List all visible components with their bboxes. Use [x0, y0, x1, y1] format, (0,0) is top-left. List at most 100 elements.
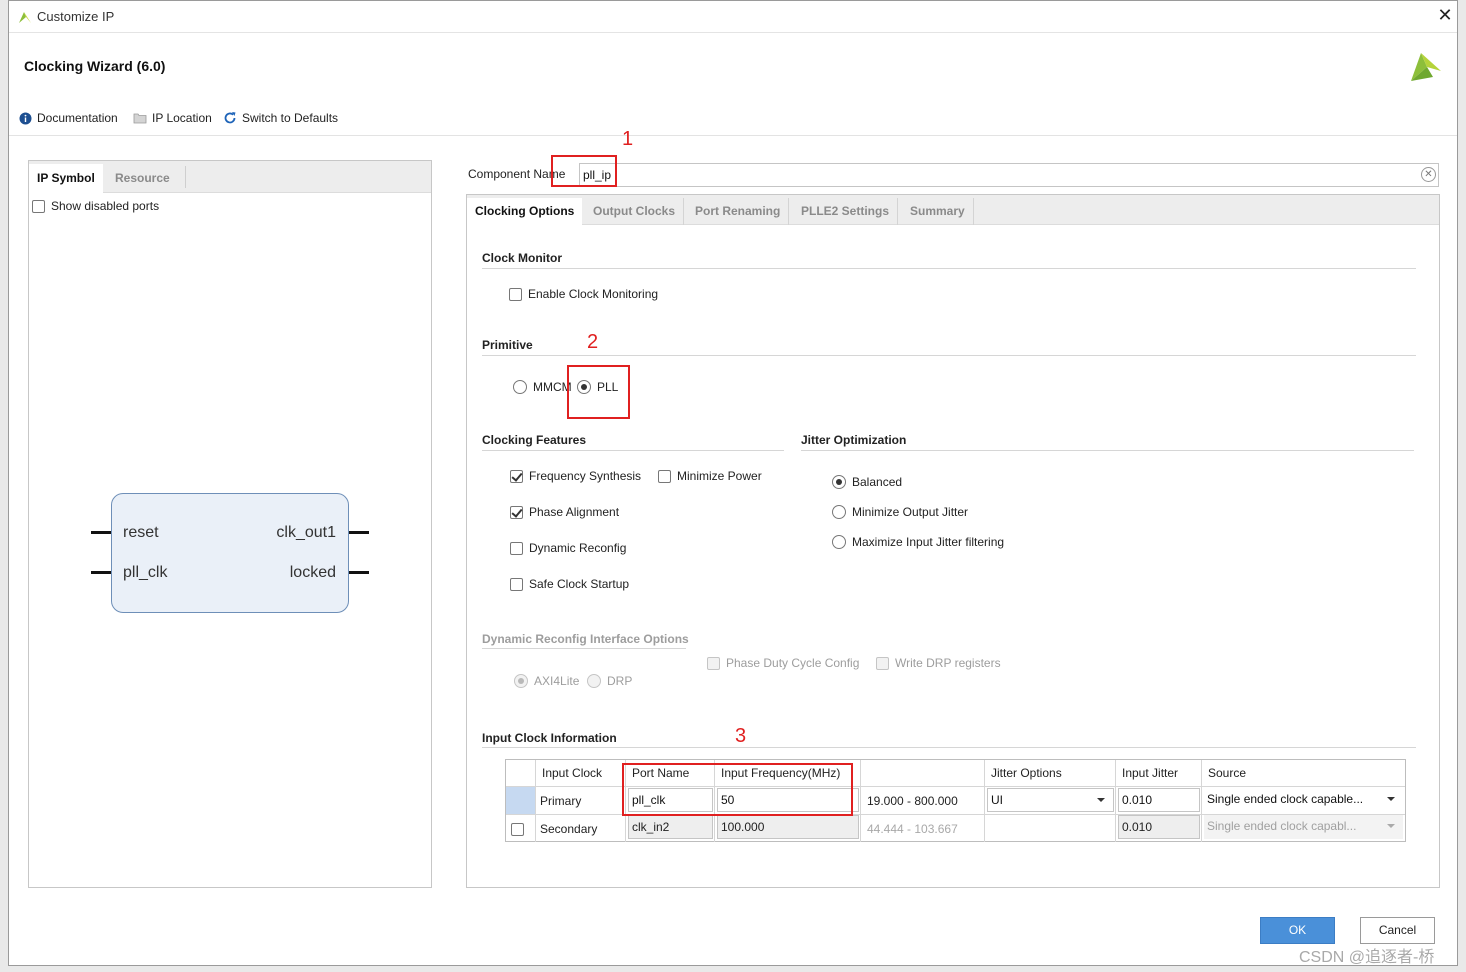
- secondary-input-jitter-input: 0.010: [1118, 815, 1200, 839]
- phase-alignment-checkbox[interactable]: [510, 505, 523, 519]
- primary-source-value: Single ended clock capable...: [1207, 792, 1364, 806]
- left-tabbar: IP Symbol Resource: [29, 161, 431, 193]
- ok-button[interactable]: OK: [1260, 917, 1335, 944]
- refresh-icon: [224, 112, 236, 124]
- left-pane: IP Symbol Resource Show disabled ports r…: [28, 160, 432, 888]
- table-header-input-clock: Input Clock: [536, 760, 626, 786]
- ip-location-label: IP Location: [152, 111, 212, 125]
- watermark: CSDN @追逐者-桥: [1299, 949, 1435, 966]
- drp-radio[interactable]: [587, 674, 601, 688]
- jitter-balanced-option[interactable]: Balanced: [832, 475, 902, 489]
- frequency-synthesis-label: Frequency Synthesis: [529, 469, 642, 483]
- enable-clock-monitoring-checkbox[interactable]: [509, 287, 522, 301]
- tab-resource[interactable]: Resource: [107, 164, 178, 193]
- port-label-pll-clk: pll_clk: [123, 564, 168, 581]
- show-disabled-ports-checkbox[interactable]: [32, 199, 45, 213]
- clock-monitor-title: Clock Monitor: [482, 251, 562, 265]
- tab-port-renaming[interactable]: Port Renaming: [687, 198, 790, 225]
- clear-icon[interactable]: ✕: [1421, 167, 1436, 182]
- table-header-input-jitter: Input Jitter: [1116, 760, 1202, 786]
- cancel-button[interactable]: Cancel: [1360, 917, 1435, 944]
- phase-alignment-option[interactable]: Phase Alignment: [510, 505, 619, 519]
- write-drp-registers-option[interactable]: Write DRP registers: [876, 656, 1001, 670]
- jitter-optimization-divider: [801, 450, 1414, 451]
- safe-clock-startup-checkbox[interactable]: [510, 577, 523, 591]
- drp-label: DRP: [607, 674, 633, 688]
- dynamic-reconfig-checkbox[interactable]: [510, 541, 523, 555]
- tab-output-clocks[interactable]: Output Clocks: [585, 198, 685, 225]
- folder-icon: [133, 113, 147, 124]
- jitter-balanced-radio[interactable]: [832, 475, 846, 489]
- tab-summary[interactable]: Summary: [902, 198, 974, 225]
- primary-source-select[interactable]: Single ended clock capable...: [1204, 788, 1403, 812]
- xilinx-logo-icon: [1411, 53, 1441, 81]
- info-icon: [19, 112, 32, 124]
- phase-alignment-label: Phase Alignment: [529, 505, 620, 519]
- annotation-number-1: 1: [622, 128, 634, 150]
- dynamic-reconfig-option[interactable]: Dynamic Reconfig: [510, 541, 626, 555]
- jitter-minimize-output-option[interactable]: Minimize Output Jitter: [832, 505, 968, 519]
- table-row-primary-select[interactable]: [506, 786, 536, 814]
- table-header-select: [506, 760, 536, 786]
- switch-to-defaults-button[interactable]: Switch to Defaults: [223, 110, 338, 126]
- pin-reset: [91, 531, 111, 534]
- jitter-optimization-title: Jitter Optimization: [801, 433, 907, 447]
- secondary-source-select: Single ended clock capabl...: [1204, 815, 1403, 839]
- secondary-source-value: Single ended clock capabl...: [1207, 819, 1357, 833]
- dynamic-reconfig-interface-divider: [482, 648, 686, 649]
- safe-clock-startup-option[interactable]: Safe Clock Startup: [510, 577, 629, 591]
- axi4lite-radio[interactable]: [514, 674, 528, 688]
- jitter-maximize-input-radio[interactable]: [832, 535, 846, 549]
- tab-ip-symbol[interactable]: IP Symbol: [29, 164, 103, 193]
- close-icon[interactable]: ✕: [1435, 5, 1455, 25]
- table-cell-primary-input-clock: Primary: [536, 786, 626, 814]
- vivado-logo-icon: [19, 12, 31, 23]
- table-cell-secondary-jitter-options: [985, 814, 1116, 842]
- enable-clock-monitoring-option[interactable]: Enable Clock Monitoring: [509, 287, 658, 301]
- clocking-features-title: Clocking Features: [482, 433, 587, 447]
- component-name-input[interactable]: [579, 163, 1439, 187]
- table-row-secondary-select[interactable]: [506, 814, 536, 842]
- ip-symbol-block: reset pll_clk clk_out1 locked: [111, 493, 349, 613]
- frequency-synthesis-option[interactable]: Frequency Synthesis: [510, 469, 641, 483]
- dynamic-reconfig-interface-title: Dynamic Reconfig Interface Options: [482, 632, 689, 646]
- primitive-mmcm-radio[interactable]: [513, 380, 527, 394]
- jitter-minimize-output-radio[interactable]: [832, 505, 846, 519]
- primitive-divider: [482, 355, 1416, 356]
- pin-pll-clk: [91, 571, 111, 574]
- table-cell-primary-range: 19.000 - 800.000: [861, 786, 985, 814]
- primitive-mmcm-option[interactable]: MMCM: [513, 380, 572, 394]
- drp-option[interactable]: DRP: [587, 674, 632, 688]
- table-header-range: [861, 760, 985, 786]
- minimize-power-checkbox[interactable]: [658, 469, 671, 483]
- tab-divider: [185, 166, 186, 188]
- frequency-synthesis-checkbox[interactable]: [510, 469, 523, 483]
- phase-duty-cycle-option[interactable]: Phase Duty Cycle Config: [707, 656, 859, 670]
- enable-clock-monitoring-label: Enable Clock Monitoring: [528, 287, 659, 301]
- primary-jitter-options-select[interactable]: UI: [987, 788, 1114, 812]
- annotation-number-2: 2: [587, 331, 599, 353]
- annotation-box-1: [551, 155, 617, 187]
- port-label-clk-out1: clk_out1: [276, 524, 336, 541]
- write-drp-registers-checkbox[interactable]: [876, 656, 889, 670]
- axi4lite-option[interactable]: AXI4Lite: [514, 674, 579, 688]
- secondary-enable-checkbox[interactable]: [511, 823, 524, 837]
- input-clock-info-divider: [482, 747, 1416, 748]
- tab-clocking-options[interactable]: Clocking Options: [467, 198, 583, 225]
- dynamic-reconfig-label: Dynamic Reconfig: [529, 541, 627, 555]
- jitter-maximize-input-option[interactable]: Maximize Input Jitter filtering: [832, 535, 1004, 549]
- jitter-balanced-label: Balanced: [852, 475, 903, 489]
- port-label-reset: reset: [123, 524, 159, 541]
- show-disabled-ports-option[interactable]: Show disabled ports: [32, 199, 159, 213]
- primary-input-jitter-input[interactable]: 0.010: [1118, 788, 1200, 812]
- table-cell-secondary-input-clock: Secondary: [536, 814, 626, 842]
- phase-duty-cycle-checkbox[interactable]: [707, 656, 720, 670]
- ip-location-button[interactable]: IP Location: [133, 110, 212, 126]
- customize-ip-window: Customize IP ✕ Clocking Wizard (6.0) Doc…: [8, 0, 1458, 966]
- chevron-down-icon: [1387, 824, 1395, 828]
- documentation-label: Documentation: [37, 111, 118, 125]
- documentation-button[interactable]: Documentation: [19, 110, 118, 126]
- switch-to-defaults-label: Switch to Defaults: [242, 111, 339, 125]
- minimize-power-option[interactable]: Minimize Power: [658, 469, 762, 483]
- tab-plle2-settings[interactable]: PLLE2 Settings: [793, 198, 899, 225]
